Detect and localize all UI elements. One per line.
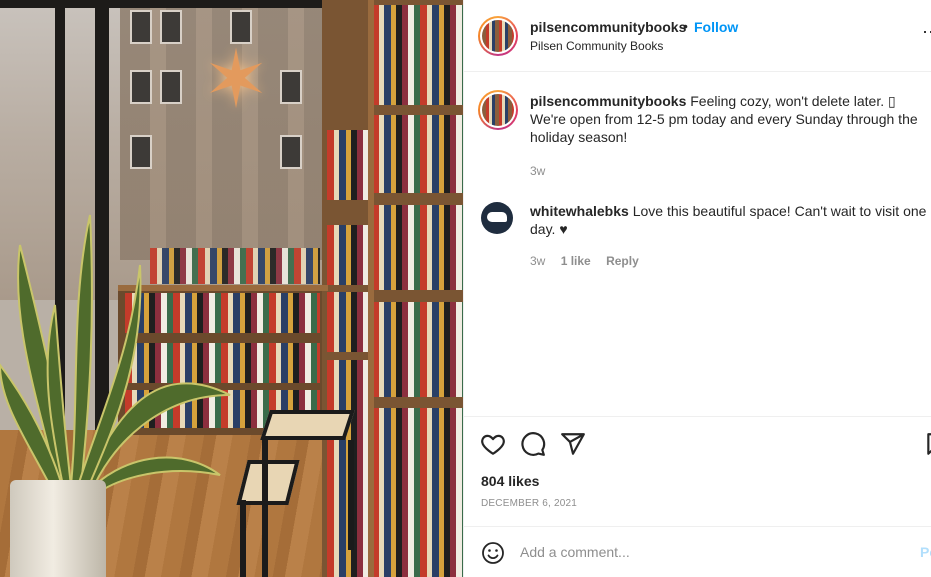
photo-building-window (160, 10, 182, 44)
comment-likes[interactable]: 1 like (561, 254, 591, 268)
step-stool-leg (262, 440, 268, 577)
caption-timestamp[interactable]: 3w (530, 164, 545, 178)
emoji-icon[interactable] (481, 541, 505, 565)
commenter-avatar[interactable] (481, 202, 513, 234)
add-comment-bar: Po (464, 526, 931, 577)
likes-count[interactable]: 804 likes (481, 473, 539, 489)
comment-text: whitewhalebks Love this beautiful space!… (530, 202, 931, 238)
heart-icon[interactable] (480, 431, 506, 457)
separator-dot: • (683, 18, 688, 34)
author-display-name: Pilsen Community Books (530, 39, 664, 53)
post-actions: 804 likes DECEMBER 6, 2021 (464, 416, 931, 526)
books-row (327, 130, 369, 200)
books-row (372, 5, 463, 105)
photo-building-window (130, 70, 152, 104)
bookmark-icon[interactable] (924, 431, 931, 457)
reply-button[interactable]: Reply (606, 254, 639, 268)
books-row (327, 292, 369, 352)
books-row (372, 115, 463, 193)
more-options-icon[interactable]: ⋯ (922, 22, 931, 43)
paper-star-lantern: ✶ (202, 35, 270, 124)
books-row (372, 408, 463, 577)
post-details-panel: pilsencommunitybooks • Follow Pilsen Com… (463, 0, 931, 577)
post-header: pilsencommunitybooks • Follow Pilsen Com… (464, 0, 931, 72)
shelf-upright (368, 0, 374, 577)
caption-text: pilsencommunitybooks Feeling cozy, won't… (530, 92, 931, 146)
books-row (372, 302, 463, 397)
comment-meta: 3w 1 like Reply (530, 254, 651, 268)
whale-logo-icon (487, 212, 507, 222)
photo-building-window (130, 135, 152, 169)
post-comment-button[interactable]: Po (920, 544, 931, 560)
step-stool (260, 410, 355, 440)
photo-building-window (280, 135, 302, 169)
plant-pot (10, 480, 106, 577)
photo-building-window (160, 70, 182, 104)
commenter-username-link[interactable]: whitewhalebks (530, 203, 629, 219)
comment-icon[interactable] (520, 431, 546, 457)
caption-meta: 3w (530, 164, 557, 178)
window-frame (0, 0, 330, 8)
step-stool-leg (348, 440, 354, 550)
author-username-link[interactable]: pilsencommunitybooks (530, 19, 686, 35)
post-photo[interactable]: ✶ (0, 0, 463, 577)
comment-input[interactable] (520, 540, 900, 564)
author-avatar[interactable] (478, 16, 518, 56)
follow-button[interactable]: Follow (694, 19, 738, 35)
photo-building-window (280, 70, 302, 104)
caption-avatar[interactable] (478, 90, 518, 130)
caption-username-link[interactable]: pilsencommunitybooks (530, 93, 686, 109)
books-row (372, 205, 463, 290)
step-stool-leg (240, 500, 246, 577)
books-row (327, 225, 369, 285)
snake-plant (0, 214, 231, 499)
post-date[interactable]: DECEMBER 6, 2021 (481, 498, 577, 509)
photo-building-window (130, 10, 152, 44)
comment-timestamp[interactable]: 3w (530, 254, 545, 268)
send-icon[interactable] (560, 431, 586, 457)
